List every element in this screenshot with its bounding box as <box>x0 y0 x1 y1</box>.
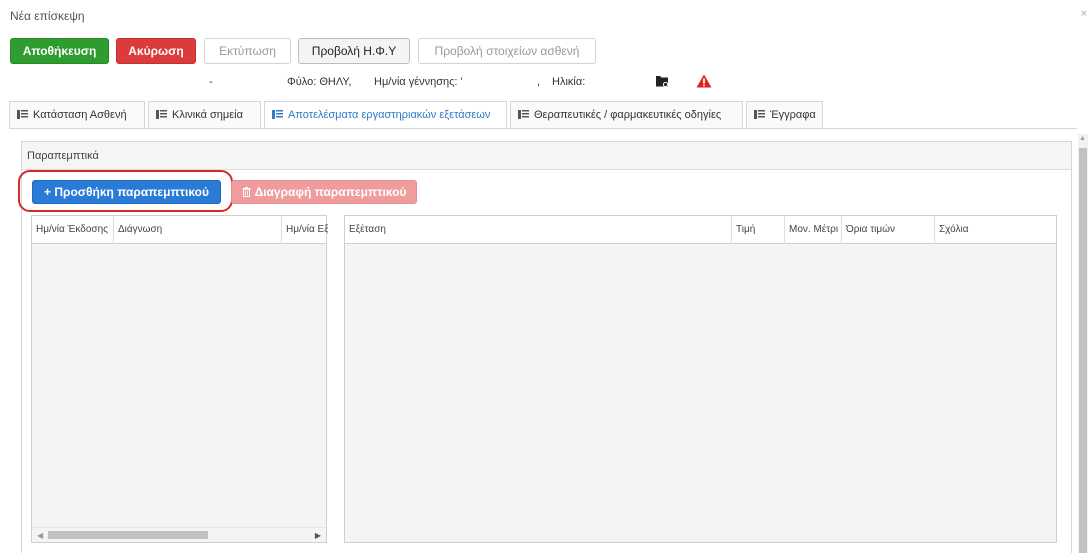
tab-label: Θεραπευτικές / φαρμακευτικές οδηγίες <box>534 109 722 121</box>
column-header-exam-date[interactable]: Ημ/νία Εξ <box>282 216 328 244</box>
column-header-issue-date[interactable]: Ημ/νία Έκδοσης <box>32 216 114 244</box>
referrals-grid: Ημ/νία Έκδοσης Διάγνωση Ημ/νία Εξ ◀ ▶ <box>31 215 328 543</box>
folder-settings-icon[interactable] <box>655 74 669 88</box>
referrals-grid-header: Ημ/νία Έκδοσης Διάγνωση Ημ/νία Εξ <box>32 216 328 244</box>
panel-title: Παραπεμπτικά <box>22 142 1071 170</box>
patient-age: Ηλικία: <box>552 76 586 88</box>
print-button[interactable]: Εκτύπωση <box>204 38 291 64</box>
column-header-value[interactable]: Τιμή <box>732 216 785 244</box>
patient-dob: Ημ/νία γέννησης: ' <box>374 76 463 88</box>
patient-info: - Φύλο: ΘΗΛΥ, Ημ/νία γέννησης: ' , Ηλικί… <box>0 76 760 92</box>
list-icon <box>518 110 529 119</box>
column-header-comments[interactable]: Σχόλια <box>935 216 1056 244</box>
tab-documents[interactable]: Έγγραφα <box>746 101 823 128</box>
exams-grid-header: Εξέταση Τιμή Μον. Μέτρι Όρια τιμών Σχόλι… <box>345 216 1056 244</box>
scroll-left-icon[interactable]: ◀ <box>37 531 43 540</box>
exams-grid: Εξέταση Τιμή Μον. Μέτρι Όρια τιμών Σχόλι… <box>344 215 1057 543</box>
view-patient-details-button[interactable]: Προβολή στοιχείων ασθενή <box>418 38 596 64</box>
patient-dob-separator: , <box>537 76 541 88</box>
column-header-unit[interactable]: Μον. Μέτρι <box>785 216 842 244</box>
horizontal-scrollbar[interactable]: ◀ ▶ <box>32 527 326 542</box>
list-icon <box>17 110 28 119</box>
scroll-up-icon[interactable]: ▲ <box>1079 135 1086 142</box>
tab-lab-results[interactable]: Αποτελέσματα εργαστηριακών εξετάσεων <box>264 101 507 129</box>
warning-icon[interactable] <box>696 74 712 88</box>
list-icon <box>156 110 167 119</box>
tab-label: Κατάσταση Ασθενή <box>33 109 127 121</box>
column-header-exam[interactable]: Εξέταση <box>345 216 732 244</box>
tabs-divider <box>9 128 1077 129</box>
delete-referral-button[interactable]: Διαγραφή παραπεμπτικού <box>231 180 417 204</box>
tab-label: Έγγραφα <box>770 109 816 121</box>
column-header-ranges[interactable]: Όρια τιμών <box>842 216 935 244</box>
vertical-scrollbar[interactable]: ▲ <box>1078 134 1088 553</box>
scroll-thumb[interactable] <box>48 531 208 539</box>
tab-label: Αποτελέσματα εργαστηριακών εξετάσεων <box>288 109 491 121</box>
list-icon <box>754 110 765 119</box>
save-button[interactable]: Αποθήκευση <box>10 38 109 64</box>
view-ehr-button[interactable]: Προβολή Η.Φ.Υ <box>298 38 410 64</box>
tab-label: Κλινικά σημεία <box>172 109 243 121</box>
tab-patient-status[interactable]: Κατάσταση Ασθενή <box>9 101 145 128</box>
patient-name-dash: - <box>209 76 213 88</box>
exams-grid-body <box>345 244 1056 542</box>
tab-clinical-signs[interactable]: Κλινικά σημεία <box>148 101 261 128</box>
scroll-thumb[interactable] <box>1079 148 1087 553</box>
patient-sex: Φύλο: ΘΗΛΥ, <box>287 76 352 88</box>
window-title: Νέα επίσκεψη <box>10 9 85 23</box>
close-icon[interactable]: × <box>1081 8 1087 20</box>
column-header-diagnosis[interactable]: Διάγνωση <box>114 216 282 244</box>
cancel-button[interactable]: Ακύρωση <box>116 38 196 64</box>
tab-therapeutic-instructions[interactable]: Θεραπευτικές / φαρμακευτικές οδηγίες <box>510 101 743 128</box>
trash-icon <box>242 187 251 198</box>
scroll-right-icon[interactable]: ▶ <box>315 531 321 540</box>
list-icon <box>272 110 283 119</box>
add-referral-button[interactable]: + Προσθήκη παραπεμπτικού <box>32 180 221 204</box>
referrals-grid-body <box>32 244 326 542</box>
delete-referral-label: Διαγραφή παραπεμπτικού <box>254 185 407 199</box>
